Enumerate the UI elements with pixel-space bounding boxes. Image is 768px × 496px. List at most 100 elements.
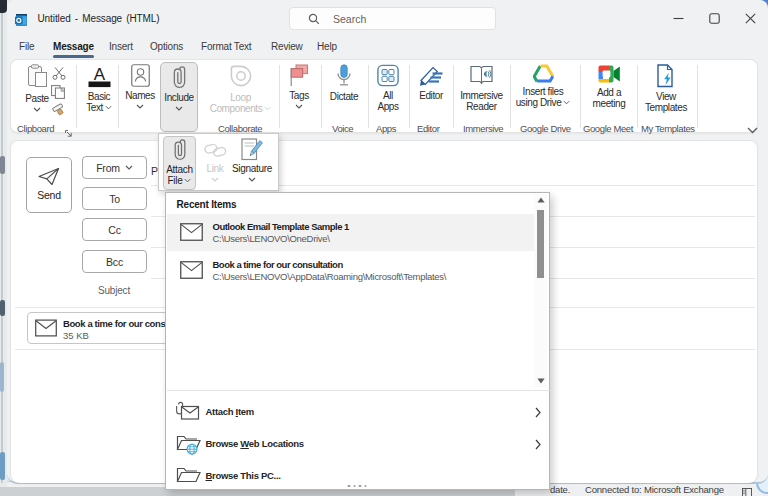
attach-file-label-line2: File xyxy=(168,175,192,186)
from-label: From xyxy=(96,162,120,174)
basic-text-button[interactable]: A Basic Text xyxy=(78,64,120,113)
attachment-size: 35 KB xyxy=(63,330,89,341)
dictate-button[interactable]: Dictate xyxy=(323,64,365,102)
basic-text-label-line1: Basic xyxy=(88,91,110,102)
background-window-edge xyxy=(1,13,3,483)
maximize-button[interactable] xyxy=(696,0,732,36)
templates-label-line1: View xyxy=(656,91,676,102)
close-button[interactable] xyxy=(732,0,768,36)
bcc-button[interactable]: Bcc xyxy=(82,250,147,273)
menu-options[interactable]: Options xyxy=(150,41,183,52)
tags-button[interactable]: Tags xyxy=(283,64,315,109)
signature-item[interactable]: Signature xyxy=(231,135,273,189)
immersive-reader-button[interactable]: Immersive Reader xyxy=(455,64,508,112)
recent-item-2[interactable]: Book a time for our consultation C:\User… xyxy=(167,252,535,289)
menu-file[interactable]: File xyxy=(19,41,34,52)
send-button[interactable]: Send xyxy=(26,157,72,213)
tags-label: Tags xyxy=(289,90,309,101)
menu-help[interactable]: Help xyxy=(317,41,337,52)
minimize-button[interactable] xyxy=(660,0,696,36)
attach-file-item[interactable]: Attach File xyxy=(163,135,196,189)
voice-group-label: Voice xyxy=(332,123,353,134)
link-item: Link xyxy=(199,135,231,189)
background-window-mark xyxy=(0,362,4,392)
all-apps-label-line1: All xyxy=(383,90,393,101)
templates-group-label: My Templates xyxy=(641,123,695,134)
paperclip-icon xyxy=(173,138,187,161)
bcc-label: Bcc xyxy=(106,256,123,268)
menu-insert[interactable]: Insert xyxy=(109,41,133,52)
recent-item-title: Outlook Email Template Sample 1 xyxy=(213,221,349,232)
envelope-icon xyxy=(180,223,203,241)
cc-button[interactable]: Cc xyxy=(82,218,147,241)
scrollbar-thumb[interactable] xyxy=(537,210,544,278)
scroll-down-icon[interactable] xyxy=(537,378,545,384)
browse-web-locations-row[interactable]: Browse Web Locations xyxy=(167,429,550,460)
view-templates-button[interactable]: View Templates xyxy=(640,64,692,113)
chevron-down-icon xyxy=(211,177,219,182)
include-button[interactable]: Include xyxy=(160,62,198,132)
recent-items-header: Recent Items xyxy=(177,199,237,210)
google-meet-icon xyxy=(598,64,621,84)
drive-group-label: Google Drive xyxy=(520,123,571,134)
menu-bar: File Message Insert Options Format Text … xyxy=(7,36,768,59)
menu-format-text[interactable]: Format Text xyxy=(201,41,251,52)
names-button[interactable]: Names xyxy=(120,64,160,109)
copy-button[interactable] xyxy=(51,85,66,102)
search-box[interactable]: Search xyxy=(289,7,496,30)
background-window-mark xyxy=(0,300,5,316)
drive-label-line2: using Drive xyxy=(516,97,571,108)
chevron-down-icon xyxy=(175,106,183,111)
chevron-down-icon xyxy=(295,104,303,109)
connection-status: Connected to: Microsoft Exchange xyxy=(585,484,724,495)
send-icon xyxy=(37,167,61,186)
all-apps-button[interactable]: All Apps xyxy=(369,64,407,112)
resize-gripper[interactable] xyxy=(348,485,367,488)
menu-review[interactable]: Review xyxy=(271,41,303,52)
scroll-up-icon[interactable] xyxy=(537,197,545,203)
link-icon xyxy=(204,141,227,159)
cut-button[interactable] xyxy=(52,67,66,83)
to-button[interactable]: To xyxy=(82,187,147,210)
submenu-arrow-icon xyxy=(535,407,541,418)
recent-item-1[interactable]: Outlook Email Template Sample 1 C:\Users… xyxy=(167,214,535,251)
attach-file-label-line1: Attach xyxy=(166,164,193,175)
collapse-ribbon-chevron[interactable] xyxy=(747,120,758,138)
group-separator xyxy=(76,65,77,128)
immersive-reader-icon xyxy=(470,64,494,87)
background-window-mark xyxy=(0,452,5,480)
group-separator xyxy=(321,65,322,128)
insert-files-drive-button[interactable]: Insert files using Drive xyxy=(514,64,572,108)
to-label: To xyxy=(109,193,120,205)
editor-button[interactable]: Editor xyxy=(411,64,451,101)
active-tab-underline xyxy=(53,55,94,58)
send-label: Send xyxy=(37,189,61,201)
from-field-value: P xyxy=(151,165,158,177)
paste-button[interactable]: Paste xyxy=(19,64,55,112)
from-button[interactable]: From xyxy=(82,156,147,179)
envelope-icon xyxy=(180,261,203,279)
immersive-group-label: Immersive xyxy=(463,123,503,134)
paperclip-icon xyxy=(172,65,187,89)
browse-this-pc-row[interactable]: Browse This PC... xyxy=(167,461,550,492)
chevron-down-icon xyxy=(184,178,191,183)
group-separator xyxy=(637,65,638,128)
attach-item-row[interactable]: Attach Item xyxy=(167,397,550,428)
attach-item-icon xyxy=(176,401,201,423)
reading-pane-icon[interactable] xyxy=(742,484,752,496)
chevron-down-icon xyxy=(248,177,256,182)
signature-label: Signature xyxy=(232,163,272,174)
window-title: Untitled - Message (HTML) xyxy=(38,13,160,24)
cut-icon xyxy=(52,67,66,80)
include-label: Include xyxy=(164,92,193,103)
attach-file-menu: Recent Items Outlook Email Template Samp… xyxy=(165,192,550,490)
add-meeting-button[interactable]: Add a meeting xyxy=(583,64,635,109)
templates-label-line2: Templates xyxy=(645,102,687,113)
format-painter-button[interactable] xyxy=(51,103,67,120)
scrollbar[interactable] xyxy=(534,194,547,387)
microphone-icon xyxy=(336,64,352,88)
immersive-label-line2: Reader xyxy=(466,101,496,112)
editor-group-label: Editor xyxy=(417,123,439,134)
menu-message[interactable]: Message xyxy=(53,41,94,52)
status-text-partial: date. xyxy=(550,484,570,495)
